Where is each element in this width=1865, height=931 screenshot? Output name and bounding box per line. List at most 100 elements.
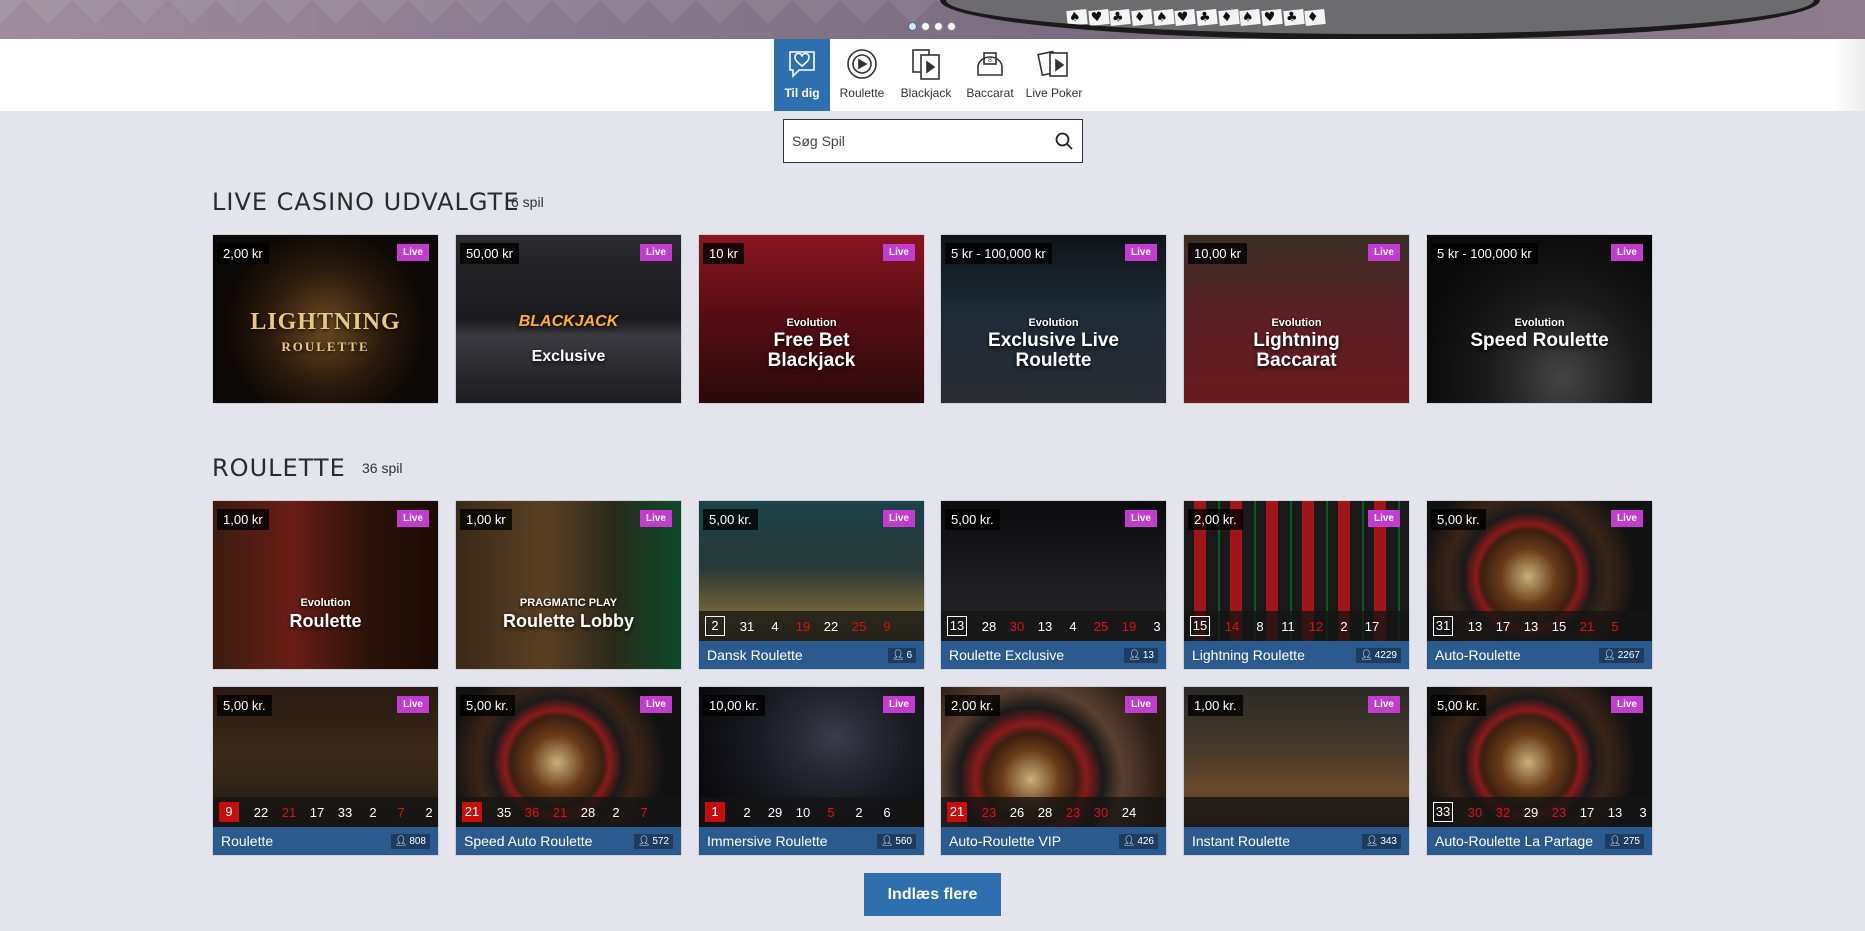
section-title: ROULETTE <box>212 454 346 482</box>
game-card[interactable]: LIGHTNING ROULETTE 2,00 kr Live <box>212 234 439 404</box>
baccarat-icon: 8 <box>973 47 1007 81</box>
game-card[interactable]: Evolution Lightning Baccarat 10,00 kr Live <box>1183 234 1410 404</box>
result-number: 2 <box>705 616 725 636</box>
live-badge: Live <box>396 510 429 527</box>
player-count: 👤︎ 560 <box>876 833 916 849</box>
game-art-title: Speed Roulette <box>1470 330 1609 351</box>
recent-results: 1 2 29 10 5 2 6 <box>699 797 924 827</box>
player-count-value: 6 <box>906 649 912 661</box>
provider-logo: Evolution <box>1514 317 1565 329</box>
tab-baccarat[interactable]: 8 Baccarat <box>958 39 1022 111</box>
result-number: 6 <box>883 804 891 820</box>
result-number: 7 <box>397 804 405 820</box>
result-number: 22 <box>823 618 839 634</box>
game-card[interactable]: Evolution Roulette 1,00 kr Live <box>212 500 439 670</box>
carousel-dot[interactable] <box>947 22 956 31</box>
player-count-value: 4229 <box>1374 649 1397 661</box>
game-card[interactable]: 21 35 36 21 28 2 7 Speed Auto Roulette 👤︎ 572 5,00… <box>455 686 682 856</box>
player-count-value: 560 <box>895 835 912 847</box>
result-number: 17 <box>1364 618 1380 634</box>
result-number: 25 <box>1093 618 1109 634</box>
game-art-title: Roulette Lobby <box>503 611 634 631</box>
result-number: 8 <box>1256 618 1264 634</box>
provider-logo: Evolution <box>1028 317 1079 329</box>
result-number: 28 <box>981 618 997 634</box>
carousel-dot[interactable] <box>908 22 917 31</box>
game-name: Auto-Roulette La Partage <box>1435 833 1593 849</box>
bet-range: 10,00 kr <box>1188 243 1247 264</box>
game-name-bar: Auto-Roulette VIP 👤︎ 426 <box>941 827 1166 855</box>
hero-banner[interactable]: ♠ ♥ ♣ ♦ ♠ ♥ ♣ ♦ ♠ ♥ ♣ ♦ <box>0 0 1865 39</box>
result-number: 2 <box>743 804 751 820</box>
game-name: Auto-Roulette VIP <box>949 833 1062 849</box>
result-number: 33 <box>1433 802 1453 822</box>
player-count-value: 2267 <box>1617 649 1640 661</box>
bet-range: 5 kr - 100,000 kr <box>1431 243 1538 264</box>
load-more-button[interactable]: Indlæs flere <box>864 873 1001 916</box>
game-card[interactable]: 2 31 4 19 22 25 9 Dansk Roulette 👤︎ 6 5,00 kr. Live <box>698 500 925 670</box>
player-count: 👤︎ 572 <box>633 833 673 849</box>
result-number: 15 <box>1190 616 1210 636</box>
game-card[interactable]: BLACKJACK Exclusive 50,00 kr Live <box>455 234 682 404</box>
game-card[interactable]: PRAGMATIC PLAY Roulette Lobby 1,00 kr Live <box>455 500 682 670</box>
game-card[interactable]: 9 22 21 17 33 2 7 2 Roulette 👤︎ 808 5,00 kr. Live <box>212 686 439 856</box>
game-name-bar: Immersive Roulette 👤︎ 560 <box>699 827 924 855</box>
live-badge: Live <box>639 244 672 261</box>
game-card[interactable]: Instant Roulette 👤︎ 343 1,00 kr. Live <box>1183 686 1410 856</box>
carousel-dots <box>908 22 956 31</box>
game-art-title: Lightning Baccarat <box>1253 330 1340 371</box>
bet-range: 5,00 kr. <box>703 509 758 530</box>
person-icon: 👤︎ <box>637 835 651 847</box>
player-count: 👤︎ 4229 <box>1356 647 1401 663</box>
game-name-bar: Instant Roulette 👤︎ 343 <box>1184 827 1409 855</box>
search-input[interactable] <box>792 133 1054 149</box>
result-number: 28 <box>580 804 596 820</box>
recent-results: 21 35 36 21 28 2 7 <box>456 797 681 827</box>
result-number: 11 <box>1281 618 1295 634</box>
live-badge: Live <box>396 244 429 261</box>
game-card[interactable]: Evolution Free Bet Blackjack 10 kr Live <box>698 234 925 404</box>
result-number: 21 <box>947 802 967 822</box>
game-card[interactable]: 21 23 26 28 23 30 24 Auto-Roulette VIP 👤︎ 426 2,00… <box>940 686 1167 856</box>
result-number: 19 <box>1121 618 1137 634</box>
bet-range: 1,00 kr. <box>1188 695 1243 716</box>
result-number: 36 <box>524 804 540 820</box>
recent-results: 15 14 8 11 12 2 17 <box>1184 611 1409 641</box>
recent-results <box>1184 797 1409 827</box>
result-number: 26 <box>1009 804 1025 820</box>
bet-range: 5,00 kr. <box>460 695 515 716</box>
result-number: 23 <box>1551 804 1567 820</box>
player-count-value: 343 <box>1380 835 1397 847</box>
game-card[interactable]: 1 2 29 10 5 2 6 Immersive Roulette 👤︎ 560 10,00 kr… <box>698 686 925 856</box>
tab-blackjack[interactable]: Blackjack <box>894 39 958 111</box>
tab-live-poker[interactable]: Live Poker <box>1022 39 1086 111</box>
game-name: Dansk Roulette <box>707 647 803 663</box>
carousel-dot[interactable] <box>934 22 943 31</box>
result-number: 17 <box>1579 804 1595 820</box>
poker-cards-icon <box>1037 47 1071 81</box>
bet-range: 5,00 kr. <box>945 509 1000 530</box>
provider-logo: Evolution <box>1271 317 1322 329</box>
game-name: Roulette <box>221 833 274 849</box>
bet-range: 10,00 kr. <box>703 695 765 716</box>
game-card[interactable]: 15 14 8 11 12 2 17 Lightning Roulette 👤︎ 4229 2,00… <box>1183 500 1410 670</box>
result-number: 2 <box>855 804 863 820</box>
game-card[interactable]: 13 28 30 13 4 25 19 3 Roulette Exclusive 👤︎ 13 5,00… <box>940 500 1167 670</box>
search-icon[interactable] <box>1054 131 1074 151</box>
carousel-dot[interactable] <box>921 22 930 31</box>
game-card[interactable]: Evolution Speed Roulette 5 kr - 100,000 kr… <box>1426 234 1653 404</box>
tab-til-dig[interactable]: Til dig <box>774 39 830 111</box>
game-name-bar: Speed Auto Roulette 👤︎ 572 <box>456 827 681 855</box>
result-number: 10 <box>795 804 811 820</box>
result-number: 33 <box>337 804 353 820</box>
result-number: 31 <box>1433 616 1453 636</box>
game-card[interactable]: Evolution Exclusive Live Roulette 5 kr - 1… <box>940 234 1167 404</box>
result-number: 4 <box>771 618 779 634</box>
bet-range: 1,00 kr <box>217 509 269 530</box>
tab-roulette[interactable]: Roulette <box>830 39 894 111</box>
result-number: 9 <box>883 618 891 634</box>
game-card[interactable]: 31 13 17 13 15 21 5 Auto-Roulette 👤︎ 2267 5,00 kr.… <box>1426 500 1653 670</box>
game-card[interactable]: 33 30 32 29 23 17 13 3 Auto-Roulette La Partage 👤… <box>1426 686 1653 856</box>
result-number: 23 <box>981 804 997 820</box>
result-number: 2 <box>425 804 433 820</box>
